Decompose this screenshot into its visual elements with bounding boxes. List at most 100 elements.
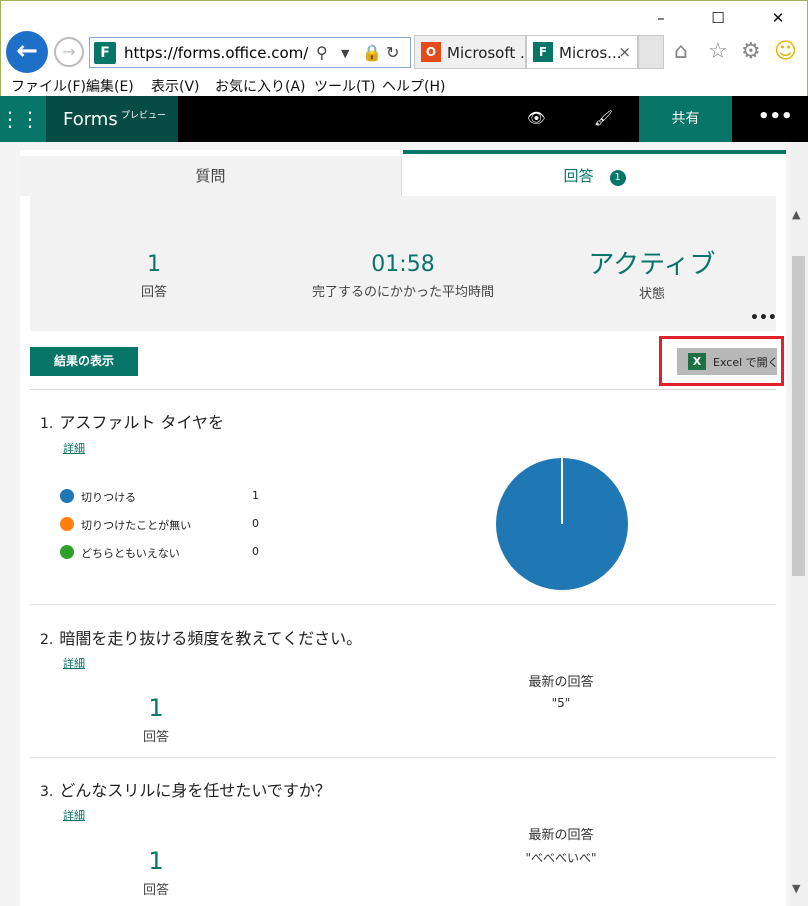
question-3-details-link[interactable]: 詳細: [63, 807, 85, 823]
office-icon: O: [421, 42, 441, 62]
question-text: どんなスリルに身を任せたいですか？: [59, 781, 331, 800]
scroll-up-icon[interactable]: ▲: [792, 208, 800, 221]
legend-swatch: [60, 489, 74, 503]
summary-more-icon[interactable]: •••: [750, 310, 777, 326]
menu-tools[interactable]: ツール(T): [314, 76, 375, 96]
back-button[interactable]: ←: [6, 31, 48, 73]
question-1-details-link[interactable]: 詳細: [63, 440, 85, 456]
latest-response-label: 最新の回答: [528, 675, 594, 690]
status-stat: アクティブ 状態: [572, 244, 732, 302]
legend-count: 1: [252, 489, 259, 502]
more-options-icon[interactable]: •••: [758, 106, 793, 127]
forward-button[interactable]: →: [54, 37, 84, 67]
question-1-title: 1. アスファルト タイヤを: [40, 409, 224, 433]
scrollbar-thumb[interactable]: [792, 256, 805, 576]
menu-favorites[interactable]: お気に入り(A): [215, 76, 306, 96]
divider: [30, 757, 776, 758]
search-icon[interactable]: ⚲: [316, 43, 328, 62]
status-label: 状態: [638, 287, 665, 302]
avg-time-label: 完了するのにかかった平均時間: [311, 285, 494, 300]
status-value: アクティブ: [588, 250, 716, 280]
close-tab-icon[interactable]: ×: [618, 43, 631, 61]
legend-swatch: [60, 545, 74, 559]
divider: [30, 389, 776, 390]
legend-count: 0: [252, 545, 259, 558]
address-url[interactable]: https://forms.office.com/Pa: [124, 44, 309, 62]
home-icon[interactable]: ⌂: [674, 39, 688, 64]
menu-view[interactable]: 表示(V): [151, 76, 200, 96]
minimize-button[interactable]: –: [646, 9, 676, 29]
menu-help[interactable]: ヘルプ(H): [382, 76, 445, 96]
dropdown-icon[interactable]: ▼: [341, 47, 349, 60]
response-summary: 1 回答 01:58 完了するのにかかった平均時間 アクティブ 状態 •••: [30, 196, 777, 331]
forms-icon: F: [533, 42, 553, 62]
app-launcher-icon[interactable]: ⋮⋮⋮: [0, 96, 60, 142]
legend-swatch: [60, 517, 74, 531]
legend-count: 0: [252, 517, 259, 530]
share-button[interactable]: 共有: [639, 96, 732, 142]
legend-label: 切りつけたことが無い: [81, 519, 192, 532]
question-text: 暗闇を走り抜ける頻度を教えてください。: [59, 629, 363, 648]
question-text: アスファルト タイヤを: [59, 413, 224, 432]
tab-responses-label: 回答: [563, 167, 594, 185]
menu-edit[interactable]: 編集(E): [86, 76, 134, 96]
forward-arrow-icon: →: [62, 42, 76, 61]
latest-response-value: "5": [551, 696, 571, 710]
preview-eye-icon[interactable]: 👁: [527, 109, 546, 127]
question-3-title: 3. どんなスリルに身を任せたいですか？: [40, 777, 331, 801]
question-2-title: 2. 暗闇を走り抜ける頻度を教えてください。: [40, 625, 362, 649]
excel-icon: X: [688, 353, 706, 370]
latest-response-value: "べべべいべ": [525, 851, 597, 865]
question-3-response-count: 1 回答: [116, 847, 196, 898]
refresh-icon[interactable]: ↻: [386, 43, 399, 62]
menu-file[interactable]: ファイル(F): [11, 76, 86, 96]
question-2-latest-response: 最新の回答 "5": [481, 671, 641, 710]
responses-stat-label: 回答: [140, 285, 167, 300]
responses-stat: 1 回答: [104, 252, 204, 300]
tab-microsoft[interactable]: O Microsoft ...: [414, 35, 526, 69]
tab-title: Microsoft ...: [447, 44, 526, 62]
legend-label: どちらともいえない: [81, 547, 180, 560]
new-tab-button[interactable]: [638, 35, 664, 69]
responses-count-badge: 1: [609, 170, 626, 186]
smiley-feedback-icon[interactable]: ☺: [774, 39, 797, 64]
settings-gear-icon[interactable]: ⚙: [741, 39, 761, 64]
preview-badge: プレビュー: [121, 111, 167, 121]
theme-brush-icon[interactable]: 🖌: [594, 109, 613, 127]
tab-responses[interactable]: 回答 1: [403, 150, 786, 196]
lock-icon[interactable]: 🔒: [362, 43, 382, 62]
scroll-down-icon[interactable]: ▼: [792, 882, 800, 895]
question-2-details-link[interactable]: 詳細: [63, 655, 85, 671]
avg-time-value: 01:58: [371, 252, 435, 277]
legend-label: 切りつける: [81, 491, 137, 504]
address-bar[interactable]: F https://forms.office.com/Pa ⚲ ▼ 🔒 ↻: [89, 37, 411, 68]
favorites-star-icon[interactable]: ☆: [708, 39, 728, 64]
maximize-button[interactable]: ☐: [703, 9, 733, 29]
menu-bar: ファイル(F) 編集(E) 表示(V) お気に入り(A) ツール(T) ヘルプ(…: [1, 74, 808, 97]
browser-chrome: – ☐ ✕ ← → F https://forms.office.com/Pa …: [0, 0, 808, 96]
response-count-label: 回答: [142, 730, 169, 745]
forms-favicon-icon: F: [94, 42, 116, 64]
response-count-value: 1: [148, 847, 164, 875]
open-in-excel-label: Excel で開く: [713, 356, 779, 369]
tab-title: Micros...: [559, 44, 622, 62]
tab-questions[interactable]: 質問: [20, 156, 402, 196]
pie-chart: [496, 458, 628, 590]
question-number: 1.: [40, 416, 54, 432]
question-3-latest-response: 最新の回答 "べべべいべ": [481, 824, 641, 866]
response-count-value: 1: [148, 694, 164, 722]
close-window-button[interactable]: ✕: [763, 9, 793, 29]
app-name: Forms: [63, 109, 118, 130]
open-in-excel-button[interactable]: X Excel で開く: [677, 348, 779, 375]
question-2-response-count: 1 回答: [116, 694, 196, 745]
divider: [30, 604, 776, 605]
forms-brand: Forms プレビュー: [46, 96, 178, 142]
avg-time-stat: 01:58 完了するのにかかった平均時間: [293, 252, 513, 300]
question-number: 2.: [40, 632, 54, 648]
tab-forms[interactable]: F Micros... ×: [526, 35, 638, 69]
forms-header: ⋮⋮⋮ Forms プレビュー 👁 🖌 共有 •••: [0, 96, 808, 142]
view-results-button[interactable]: 結果の表示: [30, 347, 138, 376]
latest-response-label: 最新の回答: [528, 828, 594, 843]
back-arrow-icon: ←: [16, 36, 38, 66]
responses-stat-value: 1: [147, 252, 161, 277]
